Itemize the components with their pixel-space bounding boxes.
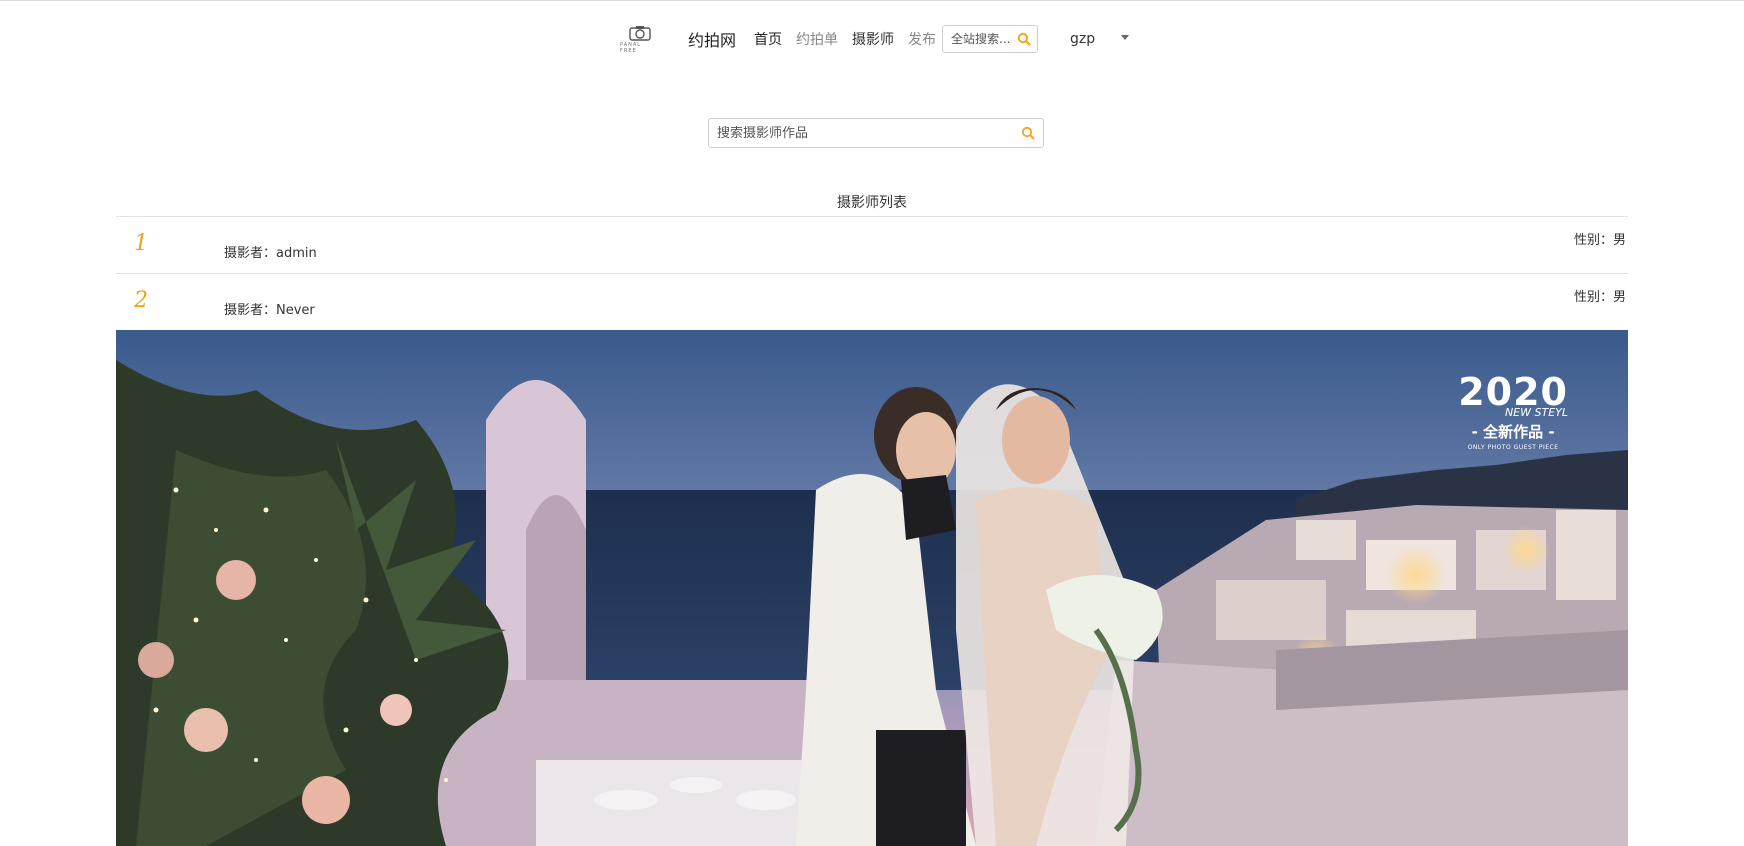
list-item[interactable]: 2 摄影者：Never 性别：男 [116, 274, 1628, 331]
nav-orders[interactable]: 约拍单 [796, 29, 838, 49]
photographer-gender: 性别：男 [1573, 290, 1626, 305]
list-item[interactable]: 1 摄影者：admin 性别：男 [116, 217, 1628, 274]
nav-publish[interactable]: 发布 [908, 29, 936, 49]
work-search-box [708, 118, 1044, 148]
photographer-list: 1 摄影者：admin 性别：男 2 摄影者：Never 性别：男 [116, 216, 1628, 331]
top-border [0, 0, 1744, 1]
logo-text: PANAL FREE [620, 41, 642, 54]
camera-logo-icon [629, 25, 651, 41]
search-icon[interactable] [1017, 32, 1031, 46]
photographer-name[interactable]: 摄影者：Never [224, 299, 315, 318]
search-icon[interactable] [1021, 126, 1035, 140]
promo-badge: 2020 NEW STEYL - 全新作品 - ONLY PHOTO GUEST… [1458, 372, 1568, 451]
site-search-input[interactable] [951, 32, 1018, 46]
caret-down-icon[interactable] [1121, 34, 1130, 40]
photographer-name[interactable]: 摄影者：admin [224, 242, 317, 261]
site-search-box [942, 25, 1039, 53]
photographer-gender: 性别：男 [1573, 233, 1626, 248]
work-search-input[interactable] [717, 125, 1021, 141]
main-nav: 首页 约拍单 摄影师 发布 [754, 29, 950, 49]
featured-photo[interactable]: 2020 NEW STEYL - 全新作品 - ONLY PHOTO GUEST… [116, 330, 1628, 846]
badge-title: - 全新作品 - [1471, 423, 1555, 441]
wedding-photo-image [116, 330, 1628, 846]
site-name[interactable]: 约拍网 [688, 27, 736, 51]
badge-caption: ONLY PHOTO GUEST PIECE [1467, 444, 1559, 451]
user-menu[interactable]: gzp [1070, 31, 1130, 47]
site-header: PANAL FREE 约拍网 首页 约拍单 摄影师 发布 gzp [620, 16, 1130, 62]
row-index: 2 [134, 288, 148, 313]
nav-home[interactable]: 首页 [754, 29, 782, 49]
nav-photographers[interactable]: 摄影师 [852, 29, 894, 49]
username[interactable]: gzp [1070, 31, 1095, 47]
list-title: 摄影师列表 [837, 195, 907, 211]
site-logo[interactable]: PANAL FREE [620, 19, 660, 59]
row-index: 1 [134, 231, 148, 256]
